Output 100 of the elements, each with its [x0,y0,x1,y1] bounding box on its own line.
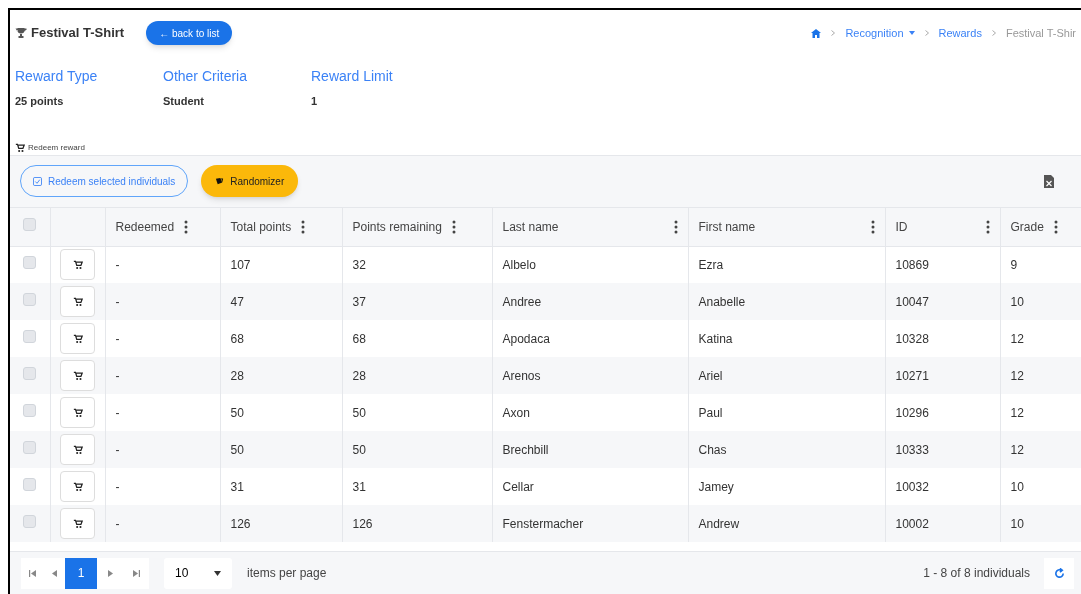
table-cell: Katina [698,331,733,346]
page-title: Festival T-Shirt [31,24,125,43]
table-cell: 50 [352,442,366,457]
redeem-row-button[interactable] [60,360,95,391]
pagination-summary: 1 - 8 of 8 individuals [923,565,1030,582]
cart-icon [72,518,83,529]
column-header[interactable]: Grade [1010,217,1044,236]
redeem-row-button[interactable] [60,434,95,465]
table-cell: Paul [698,405,723,420]
detail-value: 1 [311,94,319,109]
row-checkbox[interactable] [23,440,37,454]
randomizer-button[interactable]: Randomizer [201,165,299,197]
table-cell: - [115,331,120,346]
table-cell: Axon [502,405,530,420]
column-header[interactable]: ID [895,217,908,236]
table-cell: 37 [352,294,366,309]
table-cell: 31 [230,479,244,494]
detail-label: Other Criteria [163,67,249,86]
table-cell: Fenstermacher [502,516,584,531]
column-header[interactable]: Points remaining [352,217,442,236]
table-cell: 12 [1010,405,1024,420]
table-cell: Ezra [698,257,724,272]
row-checkbox[interactable] [23,292,37,306]
cart-icon [72,333,83,344]
column-header[interactable]: Redeemed [115,217,175,236]
table-cell: - [115,368,120,383]
table-cell: Jamey [698,479,734,494]
column-menu-icon[interactable] [451,219,456,234]
checkbox-icon [33,176,42,186]
table-cell: 10 [1010,516,1024,531]
export-file-icon[interactable] [1044,174,1054,188]
table-cell: - [115,257,120,272]
breadcrumb-item: Festival T-Shir [1005,25,1076,41]
previous-page-icon [50,569,58,577]
row-checkbox[interactable] [23,329,37,343]
row-checkbox[interactable] [23,403,37,417]
table-cell: Albelo [502,257,536,272]
redeem-row-button[interactable] [60,471,95,502]
cart-icon [72,370,83,381]
table-cell: 126 [352,516,373,531]
caret-down-icon [908,31,915,35]
back-button[interactable]: ← back to list [146,21,233,45]
table-cell: - [115,516,120,531]
chevron-right-icon [991,30,996,36]
section-title: Redeem reward [28,141,85,154]
row-checkbox[interactable] [23,366,37,380]
table-cell: 28 [230,368,244,383]
table-cell: 50 [230,405,244,420]
table-cell: - [115,405,120,420]
column-header[interactable]: Last name [502,217,559,236]
column-menu-icon[interactable] [1053,219,1058,234]
row-checkbox[interactable] [23,477,37,491]
column-menu-icon[interactable] [673,219,678,234]
table-cell: 50 [230,442,244,457]
table-cell: Apodaca [502,331,550,346]
cart-icon [72,407,83,418]
breadcrumb-item[interactable]: Rewards [938,24,982,42]
redeem-row-button[interactable] [60,323,95,354]
table-cell: Anabelle [698,294,746,309]
column-menu-icon[interactable] [184,219,189,234]
table-cell: 68 [230,331,244,346]
table-cell: - [115,442,120,457]
refresh-button[interactable] [1044,557,1074,589]
page-button[interactable]: 1 [65,557,97,589]
column-menu-icon[interactable] [870,219,875,234]
table-cell: 28 [352,368,366,383]
column-menu-icon[interactable] [301,219,306,234]
redeem-row-button[interactable] [60,397,95,428]
home-icon[interactable] [811,28,822,38]
table-cell: 10 [1010,479,1024,494]
breadcrumb-item[interactable]: Recognition [845,24,915,42]
next-page-icon [106,569,114,577]
table-cell: 10047 [895,294,929,309]
table-cell: - [115,479,120,494]
row-checkbox[interactable] [23,217,37,231]
row-checkbox[interactable] [23,256,37,269]
cart-icon [15,142,25,153]
table-cell: 47 [230,294,244,309]
page-size-select[interactable]: 10 [164,557,232,589]
cart-icon [72,444,83,455]
column-header[interactable]: First name [698,217,756,236]
table-cell: 126 [230,516,251,531]
table-cell: 31 [352,479,366,494]
column-header[interactable]: Total points [230,217,292,236]
row-checkbox[interactable] [23,514,37,528]
table-cell: 10869 [895,257,929,272]
redeem-row-button[interactable] [60,508,95,539]
table-cell: 10002 [895,516,929,531]
table-cell: 50 [352,405,366,420]
table-cell: 10296 [895,405,929,420]
table-cell: 107 [230,257,251,272]
redeem-row-button[interactable] [60,249,95,281]
column-menu-icon[interactable] [985,219,990,234]
table-cell: 12 [1010,368,1024,383]
table-cell: 9 [1010,257,1018,272]
redeem-row-button[interactable] [60,286,95,317]
table-cell: 10032 [895,479,929,494]
table-cell: 10271 [895,368,929,383]
first-page-icon [28,569,36,577]
table-cell: - [115,294,120,309]
